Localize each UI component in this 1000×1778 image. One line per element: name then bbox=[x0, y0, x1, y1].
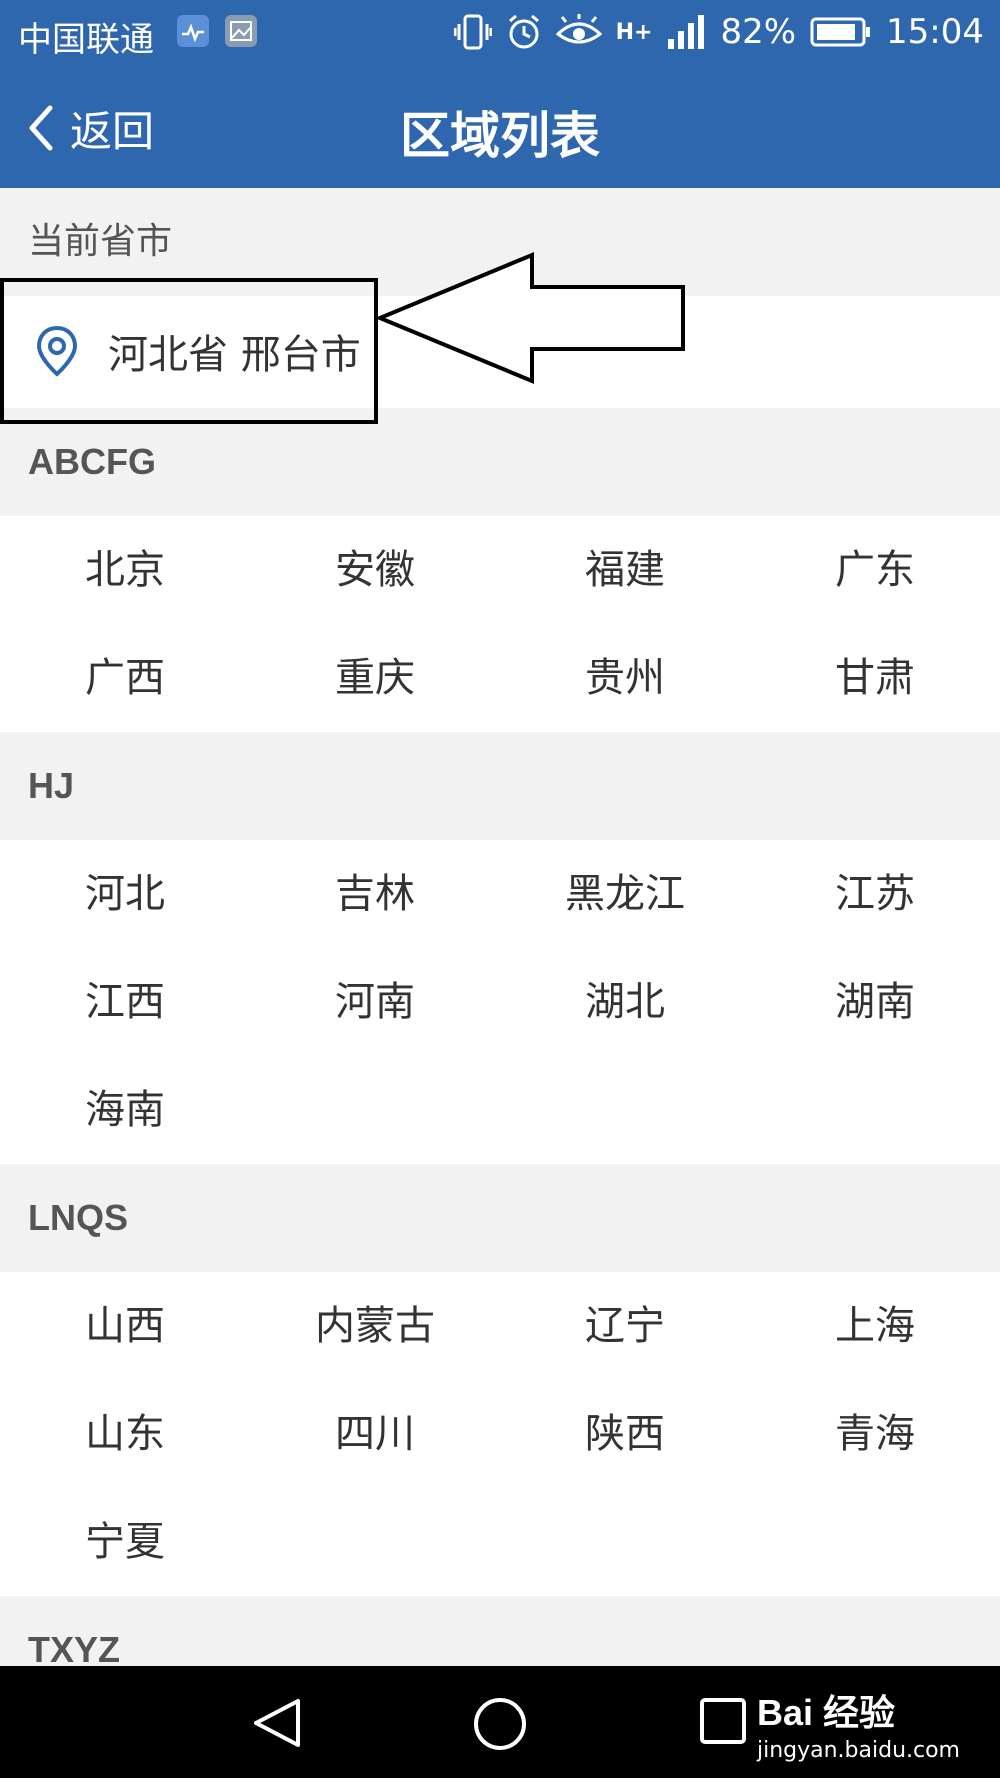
region-item[interactable]: 四川 bbox=[250, 1380, 500, 1488]
signal-icon bbox=[668, 15, 705, 49]
region-item[interactable]: 江苏 bbox=[750, 840, 1000, 948]
section-header: ABCFG bbox=[28, 441, 156, 482]
region-item[interactable]: 湖南 bbox=[750, 948, 1000, 1056]
region-item[interactable]: 上海 bbox=[750, 1272, 1000, 1380]
region-item[interactable]: 重庆 bbox=[250, 624, 500, 732]
region-item[interactable]: 广东 bbox=[750, 516, 1000, 624]
gallery-app-icon bbox=[225, 15, 257, 47]
region-item[interactable]: 河南 bbox=[250, 948, 500, 1056]
region-item[interactable]: 福建 bbox=[500, 516, 750, 624]
carrier-name: 中国联通 bbox=[18, 20, 154, 60]
region-grid: 北京 安徽 福建 广东广西 重庆 贵州 甘肃 bbox=[0, 516, 1000, 732]
alarm-icon bbox=[508, 14, 539, 49]
region-item[interactable]: 山西 bbox=[0, 1272, 250, 1380]
location-pin-icon bbox=[36, 325, 78, 377]
region-item[interactable]: 贵州 bbox=[500, 624, 750, 732]
battery-icon bbox=[810, 17, 871, 47]
region-item[interactable]: 青海 bbox=[750, 1380, 1000, 1488]
region-grid: 山西 内蒙古 辽宁 上海山东 四川 陕西 青海宁夏 bbox=[0, 1272, 1000, 1596]
watermark-url: jingyan.baidu.com bbox=[756, 1738, 960, 1763]
section-header: TXYZ bbox=[28, 1629, 121, 1666]
battery-percent: 82% bbox=[720, 12, 797, 52]
status-bar: 中国联通 H+ 82% 15:04 bbox=[0, 0, 1000, 68]
region-item[interactable]: 安徽 bbox=[250, 516, 500, 624]
region-item[interactable]: 湖北 bbox=[500, 948, 750, 1056]
region-item[interactable]: 内蒙古 bbox=[250, 1272, 500, 1380]
nav-recents-icon[interactable] bbox=[698, 1696, 748, 1746]
annotation-arrow bbox=[378, 252, 685, 384]
region-item[interactable]: 江西 bbox=[0, 948, 250, 1056]
baidu-watermark: Bai 经验 jingyan.baidu.com bbox=[757, 1684, 960, 1763]
region-item[interactable]: 宁夏 bbox=[0, 1488, 250, 1596]
region-item[interactable]: 北京 bbox=[0, 516, 250, 624]
region-item[interactable]: 河北 bbox=[0, 840, 250, 948]
section-header: LNQS bbox=[28, 1197, 129, 1238]
app-bar: 返回 区域列表 bbox=[0, 68, 1000, 188]
region-item[interactable]: 海南 bbox=[0, 1056, 250, 1164]
network-type: H+ bbox=[615, 19, 653, 45]
region-item[interactable]: 黑龙江 bbox=[500, 840, 750, 948]
navigation-bar: Bai 经验 jingyan.baidu.com bbox=[0, 1666, 1000, 1778]
region-item[interactable]: 辽宁 bbox=[500, 1272, 750, 1380]
vibrate-icon bbox=[453, 14, 492, 50]
eye-comfort-icon bbox=[555, 14, 602, 44]
region-item[interactable]: 山东 bbox=[0, 1380, 250, 1488]
region-item[interactable]: 甘肃 bbox=[750, 624, 1000, 732]
watermark-brand: Bai 经验 bbox=[756, 1692, 895, 1733]
nav-back-icon[interactable] bbox=[250, 1696, 304, 1750]
current-location-text: 河北省 邢台市 bbox=[108, 332, 361, 378]
page-title: 区域列表 bbox=[400, 107, 600, 165]
section-header: HJ bbox=[28, 765, 75, 806]
health-app-icon bbox=[177, 15, 209, 47]
region-grid: 河北 吉林 黑龙江 江苏江西 河南 湖北 湖南海南 bbox=[0, 840, 1000, 1164]
region-item[interactable]: 广西 bbox=[0, 624, 250, 732]
current-location-row: 河北省 邢台市 bbox=[0, 252, 1000, 424]
current-location-item[interactable]: 河北省 邢台市 bbox=[0, 278, 378, 424]
region-item[interactable]: 陕西 bbox=[500, 1380, 750, 1488]
nav-home-icon[interactable] bbox=[472, 1696, 528, 1752]
clock: 15:04 bbox=[886, 12, 984, 52]
status-icons: H+ 82% 15:04 bbox=[453, 12, 984, 52]
region-item[interactable]: 吉林 bbox=[250, 840, 500, 948]
region-list[interactable]: 当前省市 河北省 邢台市 ABCFG 北京 安徽 福建 广东 广西 重庆 贵州 甘肃 HJ 河北 吉林… bbox=[0, 188, 1000, 1666]
